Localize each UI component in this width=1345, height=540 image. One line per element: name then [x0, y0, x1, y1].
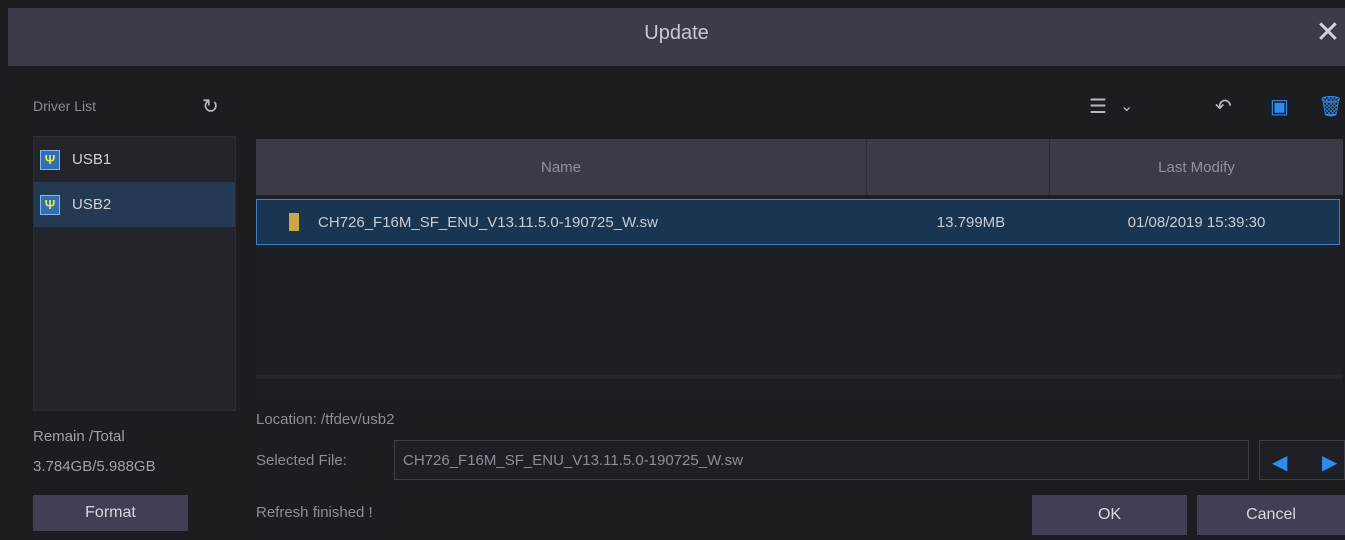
location-text: Location: /tfdev/usb2: [256, 411, 395, 428]
remain-total-label: Remain /Total: [33, 428, 125, 445]
list-view-icon[interactable]: ☰: [1089, 92, 1107, 120]
drive-label: USB1: [72, 151, 112, 168]
prev-arrow-icon[interactable]: ◀: [1272, 450, 1287, 475]
usb-icon: Ψ: [40, 194, 60, 215]
usb-icon: Ψ: [40, 149, 60, 170]
copy-icon[interactable]: ▣: [1270, 92, 1289, 120]
selected-file-field[interactable]: CH726_F16M_SF_ENU_V13.11.5.0-190725_W.sw: [394, 440, 1249, 480]
close-icon[interactable]: ✕: [1313, 18, 1343, 48]
next-arrow-icon[interactable]: ▶: [1322, 450, 1337, 475]
refresh-icon[interactable]: ↻: [202, 94, 219, 119]
ok-button[interactable]: OK: [1032, 495, 1187, 535]
file-icon: [289, 213, 299, 231]
format-button[interactable]: Format: [33, 495, 188, 531]
chevron-down-icon[interactable]: ⌄: [1120, 92, 1133, 120]
back-icon[interactable]: ↶: [1215, 92, 1232, 120]
table-header: Name Last Modify: [256, 139, 1343, 195]
drive-item-usb1[interactable]: Ψ USB1: [34, 137, 235, 182]
file-size-cell: 13.799MB: [936, 213, 1006, 231]
column-header-last-modify[interactable]: Last Modify: [1050, 139, 1343, 195]
drive-item-usb2[interactable]: Ψ USB2: [34, 182, 235, 227]
cancel-button[interactable]: Cancel: [1197, 495, 1345, 535]
title-bar: Update ✕: [8, 8, 1345, 66]
column-header-name[interactable]: Name: [256, 139, 867, 195]
drive-label: USB2: [72, 196, 112, 213]
file-modified-cell: 01/08/2019 15:39:30: [1127, 213, 1266, 231]
driver-list: Ψ USB1 Ψ USB2: [33, 136, 236, 411]
remain-total-value: 3.784GB/5.988GB: [33, 458, 156, 475]
status-text: Refresh finished !: [256, 504, 373, 521]
delete-icon[interactable]: 🗑: [1318, 92, 1343, 120]
driver-list-label: Driver List: [33, 98, 97, 114]
table-scrollbar-track[interactable]: [256, 375, 1343, 379]
selected-file-label: Selected File:: [256, 452, 347, 469]
column-header-size[interactable]: [867, 139, 1050, 195]
file-name-cell: CH726_F16M_SF_ENU_V13.11.5.0-190725_W.sw: [318, 213, 658, 231]
file-table: Name Last Modify CH726_F16M_SF_ENU_V13.1…: [256, 139, 1343, 395]
update-dialog: Update ✕ Driver List ↻ Ψ USB1 Ψ USB2 Rem…: [0, 0, 1345, 540]
dialog-title: Update: [644, 22, 709, 44]
table-row[interactable]: CH726_F16M_SF_ENU_V13.11.5.0-190725_W.sw…: [256, 199, 1340, 245]
